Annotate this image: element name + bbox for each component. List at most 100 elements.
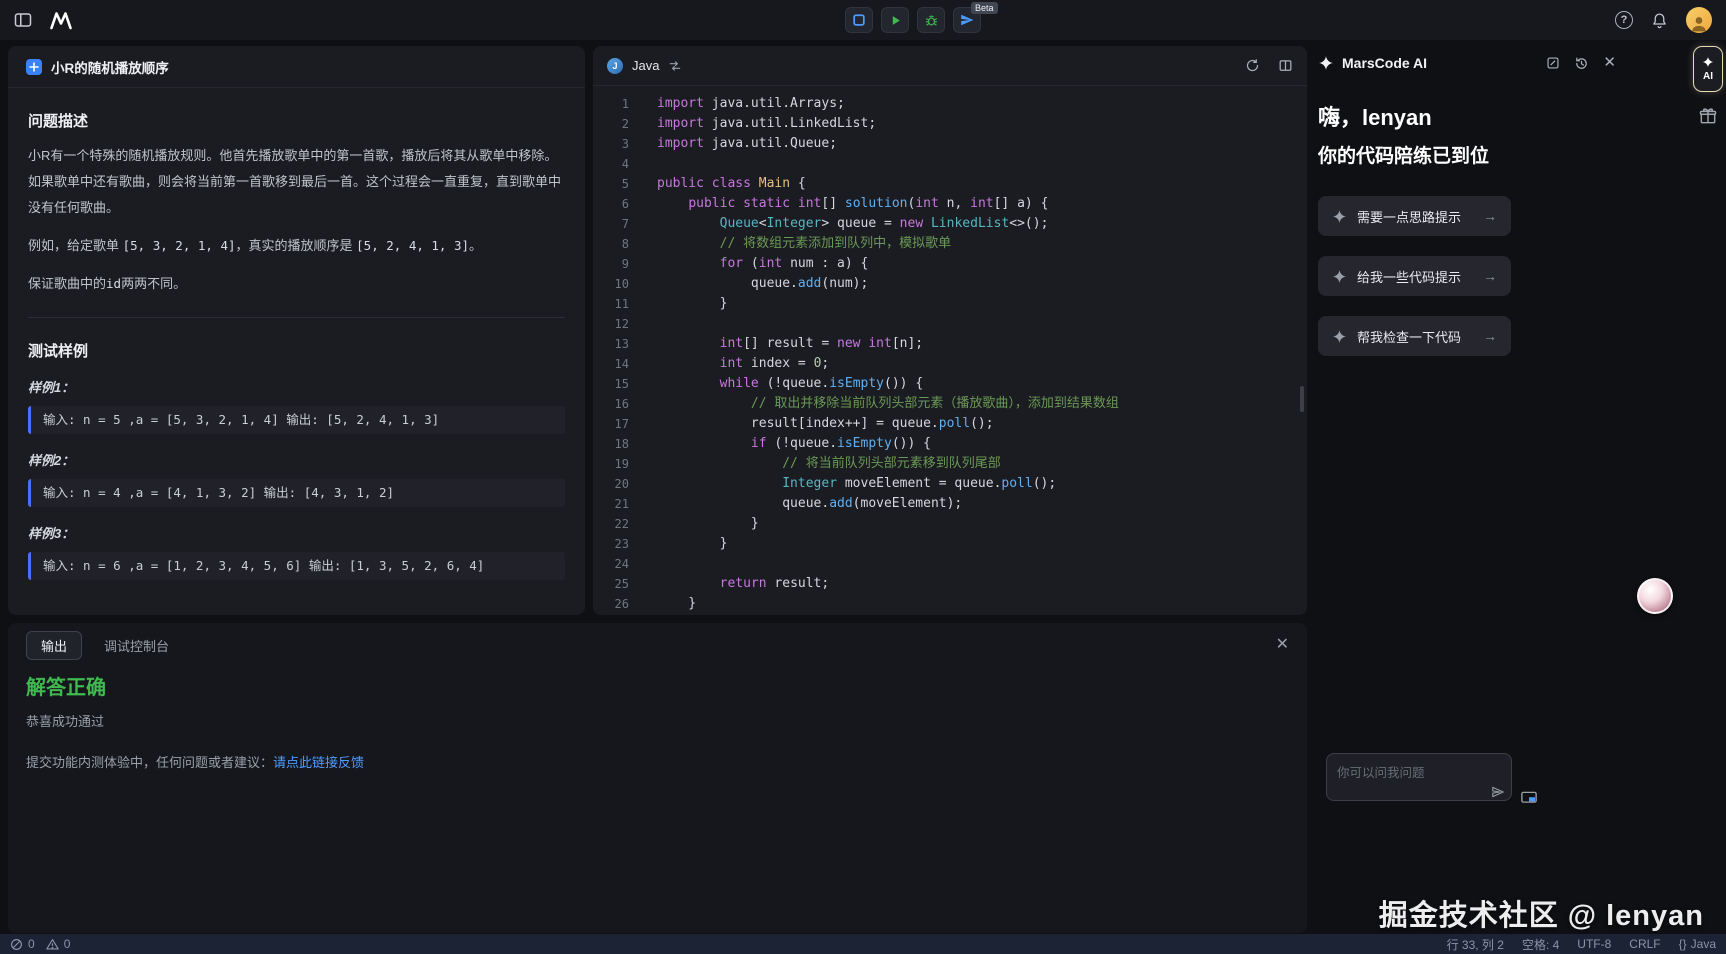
language-tab[interactable]: Java: [632, 58, 659, 73]
submit-button[interactable]: Beta: [953, 7, 981, 33]
code-line[interactable]: 18 if (!queue.isEmpty()) {: [593, 434, 1307, 454]
feedback-link[interactable]: 请点此链接反馈: [273, 755, 364, 770]
statusbar-right: 行 33, 列 2 空格: 4 UTF-8 CRLF {}Java: [1447, 936, 1716, 953]
paper-plane-icon: [960, 13, 974, 27]
error-count: 0: [28, 937, 35, 951]
line-number: 12: [593, 314, 649, 334]
line-number: 19: [593, 454, 649, 474]
line-number: 5: [593, 174, 649, 194]
encoding-setting[interactable]: UTF-8: [1577, 937, 1611, 951]
line-number: 15: [593, 374, 649, 394]
problems-indicator[interactable]: 0 0: [10, 937, 76, 951]
sparkle-icon: [1702, 56, 1714, 68]
desc-heading: 问题描述: [28, 110, 565, 131]
line-number: 21: [593, 494, 649, 514]
suggestion-label: 给我一些代码提示: [1357, 267, 1461, 286]
feedback-icon[interactable]: [1546, 56, 1560, 70]
layout-square-button[interactable]: [845, 7, 873, 33]
problem-header: 小R的随机播放顺序: [8, 46, 585, 88]
indentation-setting[interactable]: 空格: 4: [1522, 936, 1559, 953]
ai-toggle-label: AI: [1703, 71, 1713, 82]
split-view-icon[interactable]: [1278, 58, 1293, 73]
line-number: 26: [593, 594, 649, 614]
errors-icon: [10, 938, 23, 951]
section-divider: [28, 317, 565, 318]
code-line[interactable]: 25 return result;: [593, 574, 1307, 594]
history-icon[interactable]: [1574, 56, 1589, 71]
marscode-logo-icon[interactable]: [48, 9, 74, 31]
line-number: 8: [593, 234, 649, 254]
line-number: 22: [593, 514, 649, 534]
code-line[interactable]: 15 while (!queue.isEmpty()) {: [593, 374, 1307, 394]
line-number: 16: [593, 394, 649, 414]
code-line[interactable]: 6 public static int[] solution(int n, in…: [593, 194, 1307, 214]
line-number: 4: [593, 154, 649, 174]
code-area[interactable]: 1import java.util.Arrays;2import java.ut…: [593, 86, 1307, 614]
code-line[interactable]: 5public class Main {: [593, 174, 1307, 194]
arrow-right-icon: →: [1483, 268, 1497, 284]
user-avatar[interactable]: [1686, 7, 1712, 33]
code-line[interactable]: 22 }: [593, 514, 1307, 534]
editor-scrollbar[interactable]: [1300, 386, 1304, 412]
code-line[interactable]: 24: [593, 554, 1307, 574]
code-line[interactable]: 13 int[] result = new int[n];: [593, 334, 1307, 354]
line-number: 24: [593, 554, 649, 574]
code-line[interactable]: 2import java.util.LinkedList;: [593, 114, 1307, 134]
code-line[interactable]: 19 // 将当前队列头部元素移到队列尾部: [593, 454, 1307, 474]
sidebar-toggle-icon[interactable]: [14, 12, 32, 28]
suggestion-code-hint[interactable]: 给我一些代码提示 →: [1318, 256, 1511, 296]
suggestion-label: 帮我检查一下代码: [1357, 327, 1461, 346]
marscode-ai-panel: MarsCode AI ✕ 嗨，lenyan 你的代码陪练已到位 需要一点思路提…: [1318, 46, 1616, 933]
code-line[interactable]: 4: [593, 154, 1307, 174]
ai-close-icon[interactable]: ✕: [1603, 56, 1616, 70]
sample-1: 样例1： 输入: n = 5 ,a = [5, 3, 2, 1, 4] 输出: …: [28, 377, 565, 434]
code-line[interactable]: 11 }: [593, 294, 1307, 314]
right-activity-bar: AI: [1690, 46, 1726, 126]
code-line[interactable]: 3import java.util.Queue;: [593, 134, 1307, 154]
code-line[interactable]: 10 queue.add(num);: [593, 274, 1307, 294]
code-line[interactable]: 1import java.util.Arrays;: [593, 94, 1307, 114]
problem-description: 小R有一个特殊的随机播放规则。他首先播放歌单中的第一首歌，播放后将其从歌单中移除…: [28, 143, 565, 221]
run-button[interactable]: [881, 7, 909, 33]
line-number: 13: [593, 334, 649, 354]
send-icon[interactable]: [1491, 785, 1505, 799]
float-window-icon[interactable]: [1520, 790, 1538, 806]
notification-bell-icon[interactable]: [1651, 12, 1668, 29]
code-line[interactable]: 8 // 将数组元素添加到队列中，模拟歌单: [593, 234, 1307, 254]
language-mode[interactable]: {}Java: [1679, 937, 1716, 951]
tab-output[interactable]: 输出: [26, 631, 82, 660]
ai-assistant-avatar[interactable]: [1637, 578, 1673, 614]
java-language-icon: J: [607, 58, 623, 74]
suggestion-idea-hint[interactable]: 需要一点思路提示 →: [1318, 196, 1511, 236]
code-line[interactable]: 16 // 取出并移除当前队列头部元素（播放歌曲），添加到结果数组: [593, 394, 1307, 414]
help-icon[interactable]: ?: [1615, 11, 1633, 29]
eol-setting[interactable]: CRLF: [1629, 937, 1660, 951]
reset-code-icon[interactable]: [1245, 58, 1260, 73]
gift-icon[interactable]: [1698, 106, 1718, 126]
cursor-position[interactable]: 行 33, 列 2: [1447, 936, 1504, 953]
code-line[interactable]: 21 queue.add(moveElement);: [593, 494, 1307, 514]
code-line[interactable]: 14 int index = 0;: [593, 354, 1307, 374]
line-number: 7: [593, 214, 649, 234]
suggestion-check-code[interactable]: 帮我检查一下代码 →: [1318, 316, 1511, 356]
code-lines: 1import java.util.Arrays;2import java.ut…: [593, 94, 1307, 614]
code-line[interactable]: 23 }: [593, 534, 1307, 554]
language-switch-icon[interactable]: [668, 59, 682, 73]
topbar: Beta ?: [0, 0, 1726, 40]
line-number: 18: [593, 434, 649, 454]
ai-panel-title: MarsCode AI: [1342, 55, 1427, 71]
ai-panel-toggle-button[interactable]: AI: [1693, 46, 1723, 92]
arrow-right-icon: →: [1483, 328, 1497, 344]
debug-button[interactable]: [917, 7, 945, 33]
feedback-line: 提交功能内测体验中，任何问题或者建议：请点此链接反馈: [26, 752, 1289, 771]
code-line[interactable]: 7 Queue<Integer> queue = new LinkedList<…: [593, 214, 1307, 234]
code-line[interactable]: 20 Integer moveElement = queue.poll();: [593, 474, 1307, 494]
code-line[interactable]: 17 result[index++] = queue.poll();: [593, 414, 1307, 434]
code-line[interactable]: 12: [593, 314, 1307, 334]
sample-3: 样例3： 输入: n = 6 ,a = [1, 2, 3, 4, 5, 6] 输…: [28, 523, 565, 580]
code-line[interactable]: 9 for (int num : a) {: [593, 254, 1307, 274]
console-close-icon[interactable]: ✕: [1276, 637, 1289, 653]
ai-question-input[interactable]: [1326, 753, 1512, 801]
code-line[interactable]: 26 }: [593, 594, 1307, 614]
tab-debug-console[interactable]: 调试控制台: [104, 636, 169, 655]
